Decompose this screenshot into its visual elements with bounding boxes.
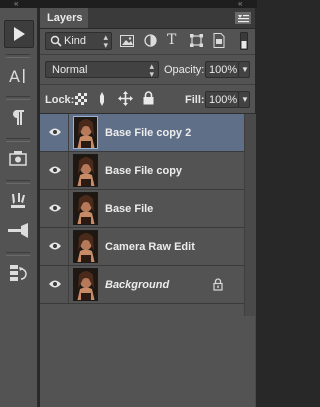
layer-row[interactable]: Base File copy 2 xyxy=(40,114,244,152)
brush-panel-icon[interactable] xyxy=(4,218,32,244)
chevron-down-icon: ▼ xyxy=(241,95,249,104)
panel-menu-icon[interactable] xyxy=(235,12,251,24)
layer-name[interactable]: Base File copy xyxy=(105,165,182,177)
filter-toggle-icon[interactable] xyxy=(240,32,248,53)
type-filter-icon[interactable]: T xyxy=(167,32,176,48)
fill-value: 100% xyxy=(209,94,238,106)
top-strip: « « xyxy=(0,0,257,8)
up-down-arrows-icon: ▴ ▾ xyxy=(103,32,108,50)
search-icon xyxy=(50,35,62,50)
panel-tab-bar: Layers xyxy=(40,8,255,29)
filter-kind-label: Kind xyxy=(64,35,87,47)
lock-row: Lock: Fill: 100% ▼ xyxy=(40,88,255,110)
collapse-icon[interactable]: « xyxy=(14,0,18,8)
divider xyxy=(68,114,69,151)
dock-grip[interactable] xyxy=(6,180,30,184)
divider xyxy=(68,190,69,227)
filter-row: Kind ▴ ▾ T xyxy=(40,30,255,52)
lock-position-icon[interactable] xyxy=(118,91,133,109)
visibility-eye-icon[interactable] xyxy=(48,164,62,176)
visibility-eye-icon[interactable] xyxy=(48,240,62,252)
divider xyxy=(40,84,255,85)
tab-layers[interactable]: Layers xyxy=(40,8,88,28)
lock-image-pixels-icon[interactable] xyxy=(97,92,107,109)
shape-filter-icon[interactable] xyxy=(190,34,203,50)
play-action-icon[interactable] xyxy=(4,20,34,48)
lock-all-icon[interactable] xyxy=(143,91,154,108)
layer-row[interactable]: Camera Raw Edit xyxy=(40,228,244,266)
layer-thumbnail[interactable] xyxy=(73,230,98,263)
opacity-value: 100% xyxy=(209,64,238,76)
divider xyxy=(68,228,69,265)
layer-name[interactable]: Base File copy 2 xyxy=(105,127,191,139)
fill-input[interactable]: 100% xyxy=(205,91,239,108)
brush-presets-icon[interactable] xyxy=(4,188,32,214)
panel-dock-strip: A xyxy=(0,8,38,407)
adjustment-filter-icon[interactable] xyxy=(144,34,157,50)
opacity-label[interactable]: Opacity: xyxy=(164,64,204,76)
visibility-eye-icon[interactable] xyxy=(48,202,62,214)
character-panel-icon[interactable]: A xyxy=(4,63,32,89)
opacity-input[interactable]: 100% xyxy=(205,61,239,78)
filter-kind-select[interactable]: Kind ▴ ▾ xyxy=(45,32,112,50)
adjustments-panel-icon[interactable] xyxy=(4,146,32,172)
layers-panel: Layers Kind ▴ ▾ T Normal ▴ ▾ Opacity: 10… xyxy=(40,8,256,407)
layer-row[interactable]: Base File copy xyxy=(40,152,244,190)
lock-transparent-pixels-icon[interactable] xyxy=(75,93,87,108)
dock-grip[interactable] xyxy=(6,252,30,256)
collapse-panel-icon[interactable]: « xyxy=(238,0,242,8)
divider xyxy=(40,54,255,55)
layer-list: Base File copy 2 Base File copy Base Fil… xyxy=(40,114,244,314)
lock-icon xyxy=(213,278,223,294)
dock-grip[interactable] xyxy=(6,96,30,100)
divider xyxy=(68,152,69,189)
svg-text:A: A xyxy=(9,67,20,86)
layer-row[interactable]: Base File xyxy=(40,190,244,228)
blend-mode-select[interactable]: Normal ▴ ▾ xyxy=(45,61,159,79)
layer-thumbnail[interactable] xyxy=(73,116,98,149)
paragraph-panel-icon[interactable] xyxy=(4,104,32,130)
layer-name[interactable]: Base File xyxy=(105,203,153,215)
layer-name[interactable]: Background xyxy=(105,279,169,291)
visibility-eye-icon[interactable] xyxy=(48,126,62,138)
dock-grip[interactable] xyxy=(6,138,30,142)
dock-grip[interactable] xyxy=(6,54,30,58)
layer-thumbnail[interactable] xyxy=(73,192,98,225)
blend-row: Normal ▴ ▾ Opacity: 100% ▼ xyxy=(40,58,255,80)
lock-label: Lock: xyxy=(45,94,75,106)
layer-thumbnail[interactable] xyxy=(73,154,98,187)
blend-mode-value: Normal xyxy=(52,64,88,76)
smart-object-filter-icon[interactable] xyxy=(213,33,225,51)
fill-slider-button[interactable]: ▼ xyxy=(238,91,250,108)
layer-thumbnail[interactable] xyxy=(73,268,98,301)
chevron-down-icon: ▼ xyxy=(241,65,249,74)
layer-row[interactable]: Background xyxy=(40,266,244,304)
pixel-filter-icon[interactable] xyxy=(120,35,134,50)
up-down-arrows-icon: ▴ ▾ xyxy=(149,61,154,79)
layer-list-empty-area xyxy=(40,316,255,407)
opacity-slider-button[interactable]: ▼ xyxy=(238,61,250,78)
visibility-eye-icon[interactable] xyxy=(48,278,62,290)
divider xyxy=(68,266,69,303)
history-panel-icon[interactable] xyxy=(4,260,32,286)
fill-label[interactable]: Fill: xyxy=(185,94,205,106)
layer-name[interactable]: Camera Raw Edit xyxy=(105,241,195,253)
